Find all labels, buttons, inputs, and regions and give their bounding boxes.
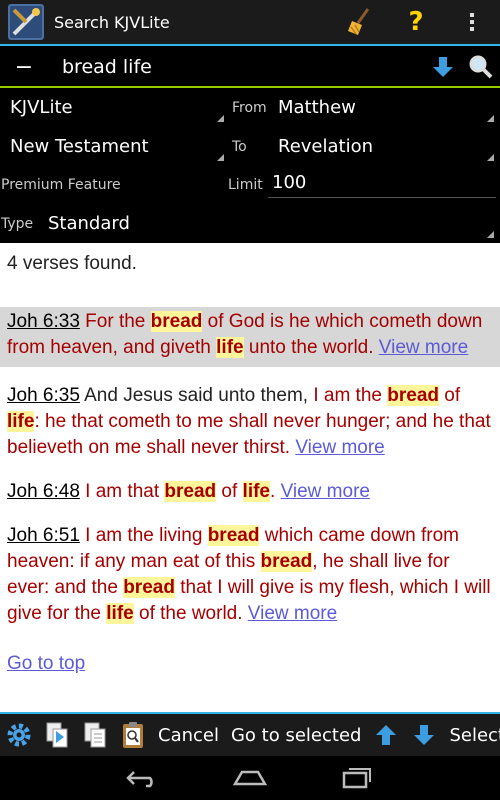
highlight: bread (207, 525, 260, 546)
verse-item[interactable]: Joh 6:35 And Jesus said unto them, I am … (0, 381, 500, 463)
go-to-selected-button[interactable]: Go to selected (225, 725, 367, 746)
premium-feature-label: Premium Feature (1, 177, 121, 193)
search-icon[interactable] (462, 47, 500, 87)
verse-reference-link[interactable]: Joh 6:35 (7, 385, 80, 406)
verse-reference-link[interactable]: Joh 6:51 (7, 525, 80, 546)
go-to-top-link[interactable]: Go to top (7, 651, 493, 677)
verse-item[interactable]: Joh 6:48 I am that bread of life. View m… (0, 477, 500, 507)
to-label: To (232, 139, 247, 155)
view-more-link[interactable]: View more (281, 481, 370, 502)
bottom-action-bar: Cancel Go to selected Select (0, 712, 500, 756)
from-label: From (232, 100, 267, 116)
question-mark-icon: ? (408, 7, 424, 37)
verse-item[interactable]: Joh 6:33 For the bread of God is he whic… (0, 307, 500, 367)
results-count: 4 verses found. (7, 253, 137, 274)
highlight: bread (123, 577, 175, 598)
collapse-button[interactable]: − (0, 55, 48, 80)
back-icon[interactable] (113, 760, 173, 796)
app-title: Search KJVLite (54, 12, 170, 32)
arrow-down-icon[interactable] (424, 47, 462, 87)
broom-icon[interactable] (332, 0, 388, 45)
highlight: bread (150, 311, 203, 332)
copy-icon[interactable] (76, 715, 114, 755)
verse-reference-link[interactable]: Joh 6:33 (7, 311, 80, 332)
clipboard-icon[interactable] (114, 715, 152, 755)
view-more-link[interactable]: View more (295, 437, 384, 458)
search-row: − (0, 48, 500, 88)
copy-to-icon[interactable] (38, 715, 76, 755)
results-panel: 4 verses found. Joh 6:33 For the bread o… (0, 243, 500, 712)
highlight: bread (387, 385, 439, 406)
view-more-link[interactable]: View more (248, 603, 337, 624)
help-icon[interactable]: ? (388, 0, 444, 45)
highlight: bread (260, 551, 313, 572)
type-spinner[interactable]: Standard (38, 204, 498, 242)
select-button[interactable]: Select (443, 725, 500, 746)
highlight: life (7, 411, 35, 432)
recent-apps-icon[interactable] (327, 760, 387, 796)
arrow-down-icon[interactable] (405, 715, 443, 755)
highlight: life (216, 337, 244, 358)
view-more-link[interactable]: View more (379, 337, 468, 358)
type-label: Type (1, 216, 34, 232)
verse-item[interactable]: Joh 6:51 I am the living bread which cam… (0, 521, 500, 629)
app-logo-icon[interactable] (6, 2, 46, 42)
to-book-spinner[interactable]: Revelation (268, 127, 498, 165)
scope-spinner[interactable]: New Testament (0, 127, 228, 165)
highlight: life (106, 603, 134, 624)
module-spinner[interactable]: KJVLite (0, 88, 228, 126)
highlight: bread (164, 481, 217, 502)
settings-gear-icon[interactable] (0, 715, 38, 755)
home-icon[interactable] (220, 760, 280, 796)
limit-label: Limit (228, 177, 263, 193)
system-nav-bar (0, 756, 500, 800)
arrow-up-icon[interactable] (367, 715, 405, 755)
limit-input[interactable] (268, 168, 496, 198)
title-bar: Search KJVLite ? (0, 0, 500, 46)
search-input[interactable] (48, 49, 424, 85)
overflow-menu-icon[interactable] (444, 0, 500, 45)
from-book-spinner[interactable]: Matthew (268, 88, 498, 126)
cancel-button[interactable]: Cancel (152, 725, 225, 746)
highlight: life (242, 481, 270, 502)
verse-reference-link[interactable]: Joh 6:48 (7, 481, 80, 502)
